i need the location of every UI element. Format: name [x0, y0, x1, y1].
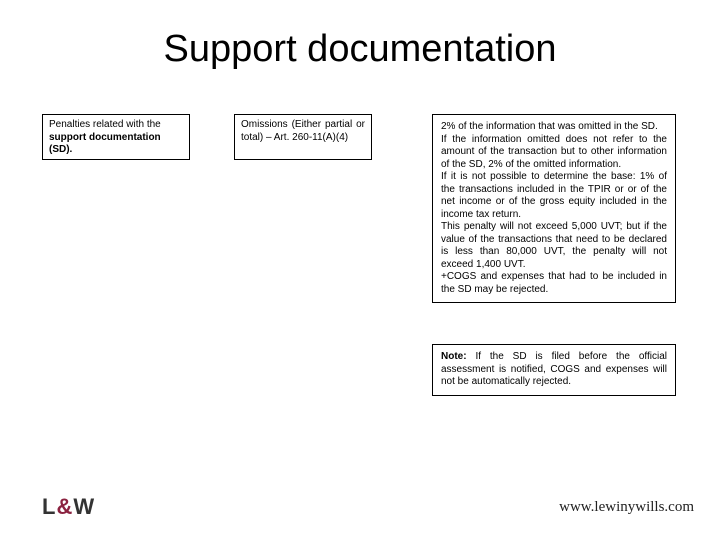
logo-letter-w: W: [73, 494, 95, 519]
detail-line-2: If the information omitted does not refe…: [441, 134, 667, 170]
detail-line-5: +COGS and expenses that had to be includ…: [441, 271, 667, 295]
detail-line-4: This penalty will not exceed 5,000 UVT; …: [441, 221, 667, 270]
note-body: If the SD is filed before the official a…: [441, 351, 667, 387]
detail-line-3: If it is not possible to determine the b…: [441, 171, 667, 220]
note-box: Note: If the SD is filed before the offi…: [432, 344, 676, 396]
detail-line-1: 2% of the information that was omitted i…: [441, 121, 658, 132]
detail-box: 2% of the information that was omitted i…: [432, 114, 676, 303]
page-title: Support documentation: [0, 28, 720, 71]
logo: L&W: [42, 494, 95, 520]
omissions-box: Omissions (Either partial or total) – Ar…: [234, 114, 372, 160]
penalties-box: Penalties related with the support docum…: [42, 114, 190, 160]
logo-letter-l: L: [42, 494, 56, 519]
penalties-text-bold: support documentation (SD).: [49, 132, 161, 156]
footer-url: www.lewinywills.com: [559, 499, 694, 516]
note-label: Note:: [441, 351, 467, 362]
slide: Support documentation Penalties related …: [0, 0, 720, 540]
penalties-text-pre: Penalties related with the: [49, 119, 161, 130]
logo-ampersand: &: [56, 494, 73, 519]
